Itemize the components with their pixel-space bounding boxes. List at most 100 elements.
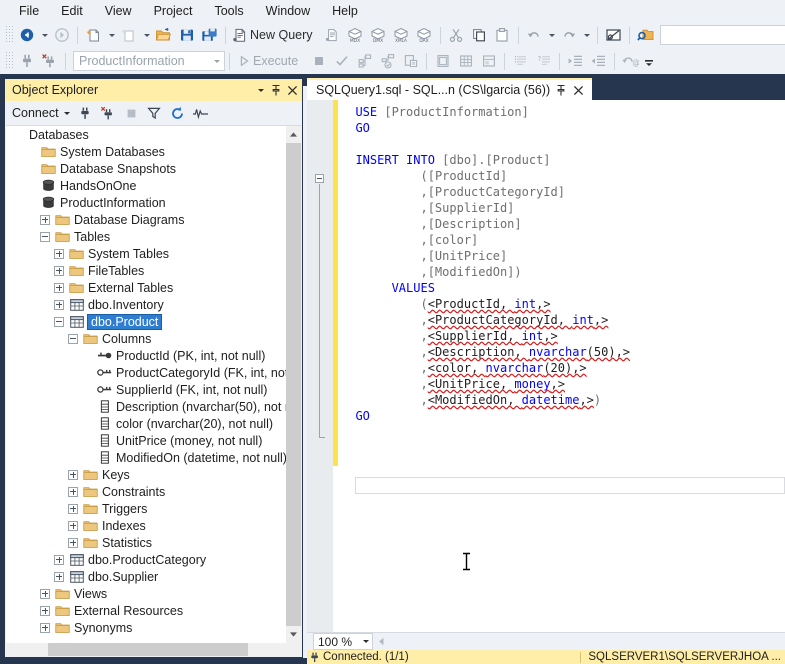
close-icon[interactable] <box>571 82 586 98</box>
code-text[interactable]: USE [ProductInformation] GO INSERT INTO … <box>341 104 785 636</box>
expand-node-icon[interactable] <box>68 469 78 480</box>
expand-node-icon[interactable] <box>68 520 78 531</box>
new-query-conn-dropdown-icon[interactable] <box>140 24 152 46</box>
tree-node[interactable]: Views <box>6 585 286 602</box>
save-icon[interactable] <box>175 24 198 46</box>
connect-dropdown-icon[interactable] <box>61 103 73 123</box>
tree-node[interactable]: ProductCategoryId (FK, int, not null) <box>6 364 286 381</box>
object-explorer-details-icon[interactable] <box>602 24 625 46</box>
tree-node[interactable]: dbo.Supplier <box>6 568 286 585</box>
scroll-left-icon[interactable] <box>373 633 390 650</box>
expand-node-icon[interactable] <box>54 248 64 259</box>
disconnect-icon[interactable] <box>98 103 119 123</box>
find-in-files-icon[interactable] <box>634 24 657 46</box>
tree-node[interactable]: color (nvarchar(20), not null) <box>6 415 286 432</box>
tree-node[interactable]: dbo.ProductCategory <box>6 551 286 568</box>
connect-label[interactable]: Connect <box>12 106 59 120</box>
template-parameter-region[interactable] <box>355 477 785 494</box>
tree-node[interactable]: ProductInformation <box>6 194 286 211</box>
close-icon[interactable] <box>284 81 300 99</box>
connect-icon[interactable] <box>75 103 96 123</box>
tree-node[interactable]: Columns <box>6 330 286 347</box>
tree-node[interactable]: Triggers <box>6 500 286 517</box>
menu-item-window[interactable]: Window <box>255 1 321 21</box>
tree-node[interactable]: System Databases <box>6 143 286 160</box>
auto-hide-pin-icon[interactable] <box>553 82 568 98</box>
toolbar-search-input[interactable] <box>659 25 785 45</box>
tree-node[interactable]: Database Diagrams <box>6 211 286 228</box>
expand-node-icon[interactable] <box>54 282 64 293</box>
chevron-down-icon[interactable] <box>209 59 224 63</box>
menu-item-file[interactable]: File <box>8 1 50 21</box>
tree-node[interactable]: Description (nvarchar(50), not null) <box>6 398 286 415</box>
scroll-up-icon[interactable] <box>286 126 301 143</box>
navigate-back-dropdown-icon[interactable] <box>38 24 50 46</box>
tree-node[interactable]: Indexes <box>6 517 286 534</box>
auto-hide-pin-icon[interactable] <box>268 81 284 99</box>
expand-node-icon[interactable] <box>54 265 64 276</box>
open-file-icon[interactable] <box>152 24 175 46</box>
window-dropdown-icon[interactable] <box>252 81 268 99</box>
scrollbar-thumb[interactable] <box>48 643 248 656</box>
toolbar-grip[interactable] <box>4 26 13 44</box>
new-query-button[interactable]: New Query <box>230 24 321 46</box>
expand-node-icon[interactable] <box>40 214 50 225</box>
tree-node[interactable]: dbo.Product <box>6 313 286 330</box>
collapse-node-icon[interactable] <box>54 316 64 327</box>
tree-node[interactable]: ModifiedOn (datetime, not null) <box>6 449 286 466</box>
tree-node[interactable]: Synonyms <box>6 619 286 636</box>
tree-node[interactable]: Keys <box>6 466 286 483</box>
activity-monitor-icon[interactable] <box>190 103 211 123</box>
menu-item-help[interactable]: Help <box>321 1 369 21</box>
tree-node[interactable]: HandsOnOne <box>6 177 286 194</box>
tree-node[interactable]: System Tables <box>6 245 286 262</box>
expand-node-icon[interactable] <box>54 554 64 565</box>
menu-item-tools[interactable]: Tools <box>203 1 254 21</box>
tree-node[interactable]: SupplierId (FK, int, not null) <box>6 381 286 398</box>
scroll-down-icon[interactable] <box>286 626 301 643</box>
toolbar-overflow-icon[interactable] <box>642 50 656 72</box>
execute-button[interactable]: Execute <box>234 50 307 72</box>
collapse-node-icon[interactable] <box>68 333 78 344</box>
expand-node-icon[interactable] <box>54 571 64 582</box>
expand-node-icon[interactable] <box>68 537 78 548</box>
tree-node[interactable]: dbo.Inventory <box>6 296 286 313</box>
tree-node[interactable]: External Tables <box>6 279 286 296</box>
tree-node[interactable]: ProductId (PK, int, not null) <box>6 347 286 364</box>
new-query-icon[interactable] <box>82 24 105 46</box>
refresh-icon[interactable] <box>167 103 188 123</box>
tree-node[interactable]: Databases <box>6 126 286 143</box>
tab-sqlquery1[interactable]: SQLQuery1.sql - SQL...n (CS\lgarcia (56)… <box>307 78 593 100</box>
object-explorer-horizontal-scrollbar[interactable] <box>6 643 301 656</box>
expand-node-icon[interactable] <box>40 622 50 633</box>
new-query-dropdown-icon[interactable] <box>105 24 117 46</box>
expand-node-icon[interactable] <box>40 605 50 616</box>
scrollbar-thumb[interactable] <box>286 143 301 630</box>
expand-node-icon[interactable] <box>68 503 78 514</box>
object-explorer-vertical-scrollbar[interactable] <box>286 126 301 643</box>
menu-item-edit[interactable]: Edit <box>50 1 94 21</box>
save-all-icon[interactable] <box>198 24 221 46</box>
tree-node[interactable]: Statistics <box>6 534 286 551</box>
tree-node[interactable]: Tables <box>6 228 286 245</box>
sql-code-editor[interactable]: USE [ProductInformation] GO INSERT INTO … <box>307 100 785 636</box>
expand-node-icon[interactable] <box>54 299 64 310</box>
filter-icon[interactable] <box>144 103 165 123</box>
collapse-node-icon[interactable] <box>40 231 50 242</box>
navigate-back-icon[interactable] <box>15 24 38 46</box>
redo-dropdown-icon[interactable] <box>581 24 593 46</box>
object-explorer-tree[interactable]: Databases System Databases Database Snapsh… <box>6 126 286 643</box>
tree-node[interactable]: Constraints <box>6 483 286 500</box>
chevron-down-icon[interactable] <box>358 640 372 643</box>
zoom-level-combo[interactable]: 100 % <box>313 633 373 650</box>
tree-node[interactable]: External Resources <box>6 602 286 619</box>
menu-item-project[interactable]: Project <box>143 1 204 21</box>
database-selector-combo[interactable]: ProductInformation <box>73 51 225 71</box>
undo-dropdown-icon[interactable] <box>546 24 558 46</box>
toolbar-grip[interactable] <box>4 52 13 70</box>
expand-node-icon[interactable] <box>40 588 50 599</box>
object-explorer-titlebar[interactable]: Object Explorer <box>5 79 302 101</box>
tree-node[interactable]: Database Snapshots <box>6 160 286 177</box>
tree-node[interactable]: UnitPrice (money, not null) <box>6 432 286 449</box>
tree-node[interactable]: FileTables <box>6 262 286 279</box>
